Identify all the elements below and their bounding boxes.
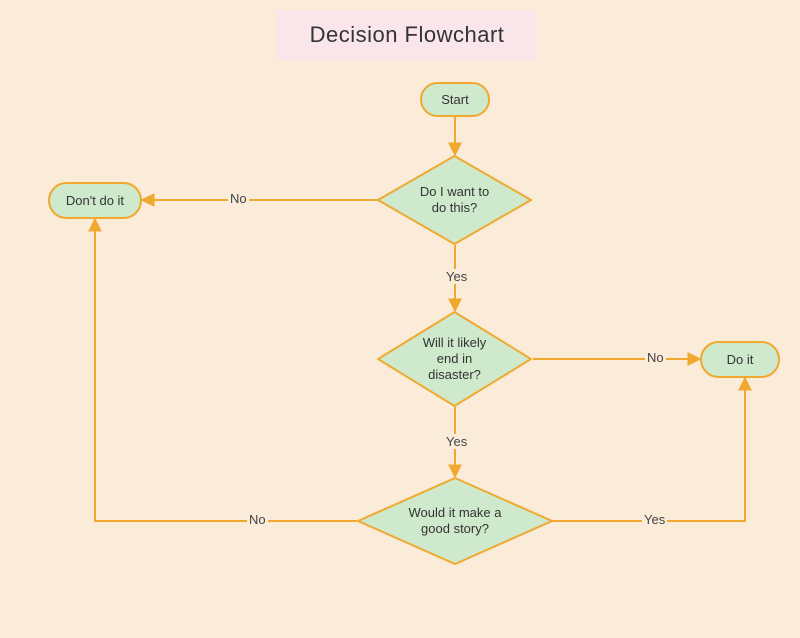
node-start: Start — [420, 82, 490, 117]
edge-story-yes: Yes — [642, 512, 667, 527]
edge-story-no: No — [247, 512, 268, 527]
node-start-label: Start — [441, 92, 468, 107]
decision-story: Would it make agood story? — [357, 477, 553, 565]
decision-story-label: Would it make agood story? — [357, 477, 553, 565]
edge-want-no: No — [228, 191, 249, 206]
page-title: Decision Flowchart — [277, 10, 537, 60]
node-dont-do-it: Don't do it — [48, 182, 142, 219]
decision-want: Do I want todo this? — [377, 155, 532, 245]
edge-disaster-yes: Yes — [444, 434, 469, 449]
node-do-it: Do it — [700, 341, 780, 378]
node-doit-label: Do it — [727, 352, 754, 367]
edge-disaster-no: No — [645, 350, 666, 365]
decision-disaster-label: Will it likelyend indisaster? — [377, 311, 532, 407]
edge-want-yes: Yes — [444, 269, 469, 284]
decision-disaster: Will it likelyend indisaster? — [377, 311, 532, 407]
node-dont-label: Don't do it — [66, 193, 124, 208]
decision-want-label: Do I want todo this? — [377, 155, 532, 245]
